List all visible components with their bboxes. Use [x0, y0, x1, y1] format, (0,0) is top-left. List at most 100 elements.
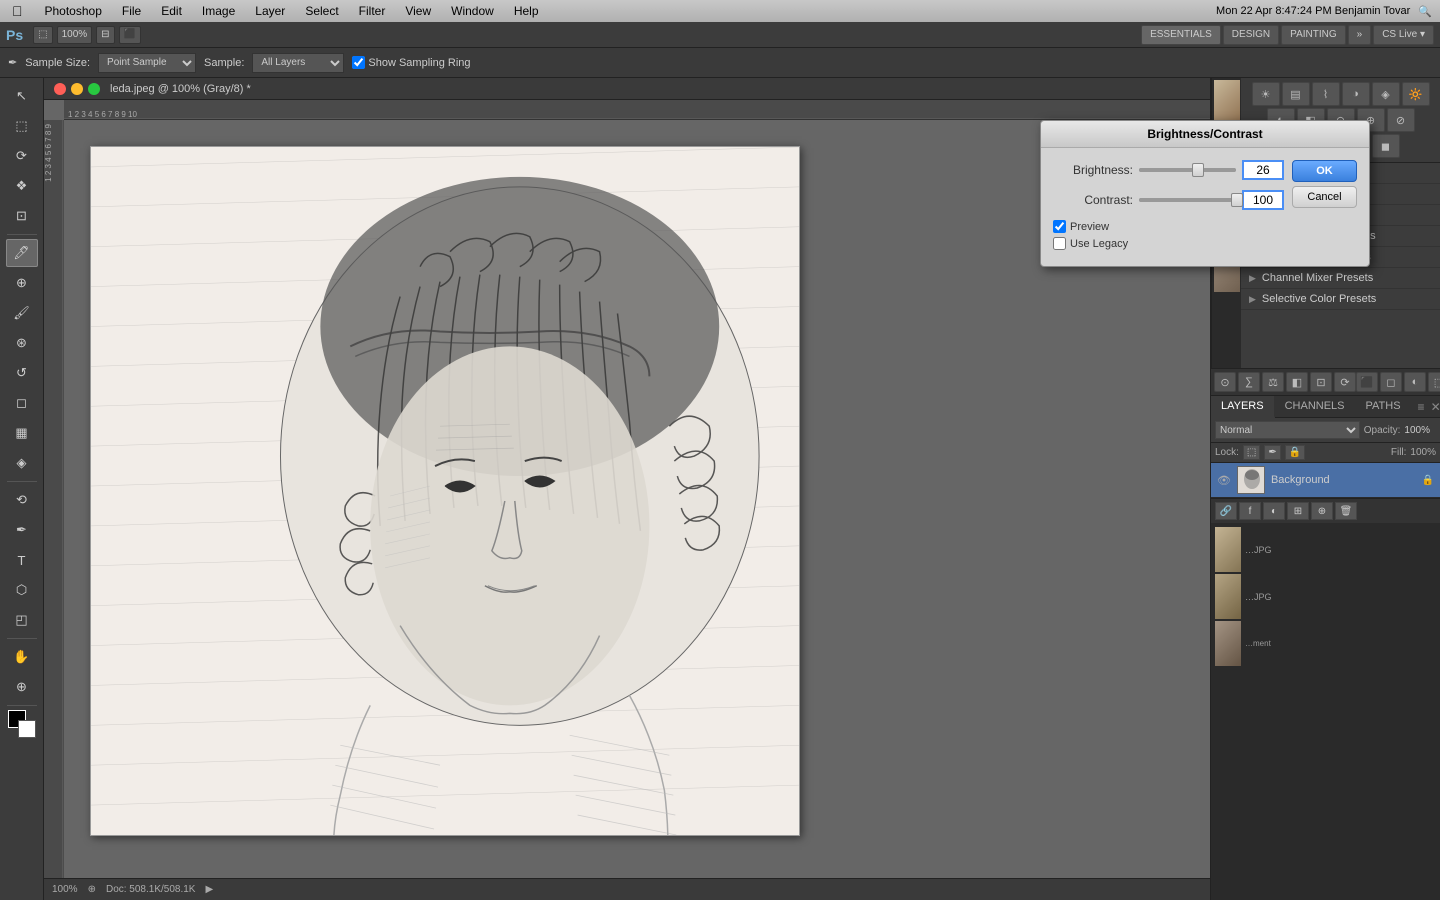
apple-menu[interactable]:  — [0, 3, 35, 19]
link-layers-btn[interactable]: 🔗 — [1215, 502, 1237, 520]
bc-contrast-thumb[interactable] — [1231, 193, 1243, 207]
bc-brightness-thumb[interactable] — [1192, 163, 1204, 177]
bc-preview-label[interactable]: Preview — [1070, 221, 1109, 233]
layer-mask-icon[interactable]: ◐ — [1404, 372, 1426, 392]
thumb-b3[interactable] — [1215, 621, 1241, 666]
menu-edit[interactable]: Edit — [151, 0, 192, 22]
screen-mode-btn[interactable]: ⬛ — [119, 26, 141, 44]
layer-row-background[interactable]: 👁 Background 🔒 — [1211, 463, 1440, 498]
zoom-display[interactable]: 100% — [57, 26, 93, 44]
bc-uselegacy-label[interactable]: Use Legacy — [1070, 238, 1128, 250]
brightness-icon-btn[interactable]: ☀ — [1252, 82, 1280, 106]
eyedropper-tool[interactable]: 🖊 — [6, 239, 38, 267]
adjustment-layer-icon[interactable]: ⬚ — [1428, 372, 1440, 392]
quick-select-tool[interactable]: ❖ — [6, 172, 38, 200]
lock-pixels-btn[interactable]: ⬚ — [1243, 445, 1260, 460]
bc-contrast-input[interactable] — [1244, 192, 1282, 208]
dodge-tool[interactable]: ⟲ — [6, 486, 38, 514]
foreground-background-colors[interactable] — [8, 710, 36, 738]
cs-live-btn[interactable]: CS Live ▾ — [1373, 25, 1434, 45]
search-icon[interactable]: 🔍 — [1418, 5, 1432, 18]
lock-move-btn[interactable]: ✒ — [1264, 445, 1280, 460]
bc-ok-button[interactable]: OK — [1292, 160, 1357, 182]
layer-icon-6[interactable]: ⟳ — [1334, 372, 1356, 392]
arrow-icon[interactable]: ▶ — [205, 884, 213, 895]
panel-close-icon[interactable]: ✕ — [1429, 398, 1440, 416]
history-brush-tool[interactable]: ↺ — [6, 359, 38, 387]
minimize-button[interactable] — [71, 83, 83, 95]
selective-color-icon-btn[interactable]: ◼ — [1372, 134, 1400, 158]
hsl-icon-btn[interactable]: 🔆 — [1402, 82, 1430, 106]
thumb-b2[interactable] — [1215, 574, 1241, 619]
ws-design[interactable]: DESIGN — [1223, 25, 1279, 45]
marquee-tool[interactable]: ⬚ — [6, 112, 38, 140]
toolbar-mode-btn[interactable]: ⬚ — [33, 26, 52, 44]
drawing-canvas[interactable] — [90, 146, 800, 836]
menu-select[interactable]: Select — [295, 0, 348, 22]
tab-layers[interactable]: LAYERS — [1211, 396, 1275, 418]
add-style-btn[interactable]: f — [1239, 502, 1261, 520]
bc-uselegacy-checkbox[interactable] — [1053, 237, 1066, 250]
invert-icon-btn[interactable]: ⊘ — [1387, 108, 1415, 132]
preset-selective[interactable]: ▶ Selective Color Presets — [1241, 289, 1440, 310]
type-tool[interactable]: T — [6, 546, 38, 574]
maximize-button[interactable] — [88, 83, 100, 95]
menu-window[interactable]: Window — [441, 0, 504, 22]
brush-tool[interactable]: 🖌 — [6, 299, 38, 327]
lasso-tool[interactable]: ⟳ — [6, 142, 38, 170]
path-tool[interactable]: ⬡ — [6, 576, 38, 604]
crop-tool[interactable]: ⊡ — [6, 202, 38, 230]
tab-channels[interactable]: CHANNELS — [1275, 396, 1356, 417]
bc-brightness-input[interactable] — [1244, 162, 1282, 178]
ws-more[interactable]: » — [1348, 25, 1372, 45]
menu-help[interactable]: Help — [504, 0, 549, 22]
clone-tool[interactable]: ⊛ — [6, 329, 38, 357]
menu-layer[interactable]: Layer — [245, 0, 295, 22]
curves-icon-btn[interactable]: ⌇ — [1312, 82, 1340, 106]
tab-paths[interactable]: PATHS — [1356, 396, 1412, 417]
menu-photoshop[interactable]: Photoshop — [35, 0, 112, 22]
vibrance-icon-btn[interactable]: ◈ — [1372, 82, 1400, 106]
blend-mode-select[interactable]: Normal Dissolve Multiply Screen — [1215, 421, 1360, 439]
pen-tool[interactable]: ✒ — [6, 516, 38, 544]
exposure-icon-btn[interactable]: ◑ — [1342, 82, 1370, 106]
collapse-icon[interactable]: ⬛ — [1356, 372, 1378, 392]
move-tool[interactable]: ↖ — [6, 82, 38, 110]
bc-brightness-value[interactable] — [1242, 160, 1284, 180]
bc-contrast-slider[interactable] — [1139, 198, 1236, 202]
bc-contrast-value[interactable] — [1242, 190, 1284, 210]
sample-size-select[interactable]: Point Sample 3 by 3 Average 5 by 5 Avera… — [98, 53, 196, 73]
layer-icon-1[interactable]: ⊙ — [1214, 372, 1236, 392]
menu-filter[interactable]: Filter — [349, 0, 396, 22]
layer-eye-background[interactable]: 👁 — [1217, 474, 1231, 487]
thumb-b1[interactable] — [1215, 527, 1241, 572]
menu-file[interactable]: File — [112, 0, 151, 22]
new-group-btn[interactable]: ⊞ — [1287, 502, 1309, 520]
new-layer-btn[interactable]: ⊕ — [1311, 502, 1333, 520]
levels-icon-btn[interactable]: ▤ — [1282, 82, 1310, 106]
layer-icon-5[interactable]: ⊡ — [1310, 372, 1332, 392]
show-sampling-checkbox[interactable] — [352, 56, 365, 69]
blur-tool[interactable]: ◈ — [6, 449, 38, 477]
layer-icon-2[interactable]: ∑ — [1238, 372, 1260, 392]
expand-icon[interactable]: ◻ — [1380, 372, 1402, 392]
bc-cancel-button[interactable]: Cancel — [1292, 186, 1357, 208]
lock-all-btn[interactable]: 🔒 — [1285, 445, 1305, 460]
layer-icon-4[interactable]: ◧ — [1286, 372, 1308, 392]
zoom-tool[interactable]: ⊕ — [6, 673, 38, 701]
preset-channelmixer[interactable]: ▶ Channel Mixer Presets — [1241, 268, 1440, 289]
gradient-tool[interactable]: ▦ — [6, 419, 38, 447]
add-mask-btn[interactable]: ◐ — [1263, 502, 1285, 520]
arrange-btn[interactable]: ⊟ — [96, 26, 114, 44]
menu-view[interactable]: View — [395, 0, 441, 22]
layer-icon-3[interactable]: ⚖ — [1262, 372, 1284, 392]
zoom-icon[interactable]: ⊕ — [88, 884, 96, 895]
delete-layer-btn[interactable]: 🗑 — [1335, 502, 1357, 520]
hand-tool[interactable]: ✋ — [6, 643, 38, 671]
bc-preview-checkbox[interactable] — [1053, 220, 1066, 233]
panel-menu-icon[interactable]: ≡ — [1416, 398, 1427, 416]
bc-brightness-slider[interactable] — [1139, 168, 1236, 172]
healing-tool[interactable]: ⊕ — [6, 269, 38, 297]
ws-essentials[interactable]: ESSENTIALS — [1141, 25, 1221, 45]
eraser-tool[interactable]: ◻ — [6, 389, 38, 417]
